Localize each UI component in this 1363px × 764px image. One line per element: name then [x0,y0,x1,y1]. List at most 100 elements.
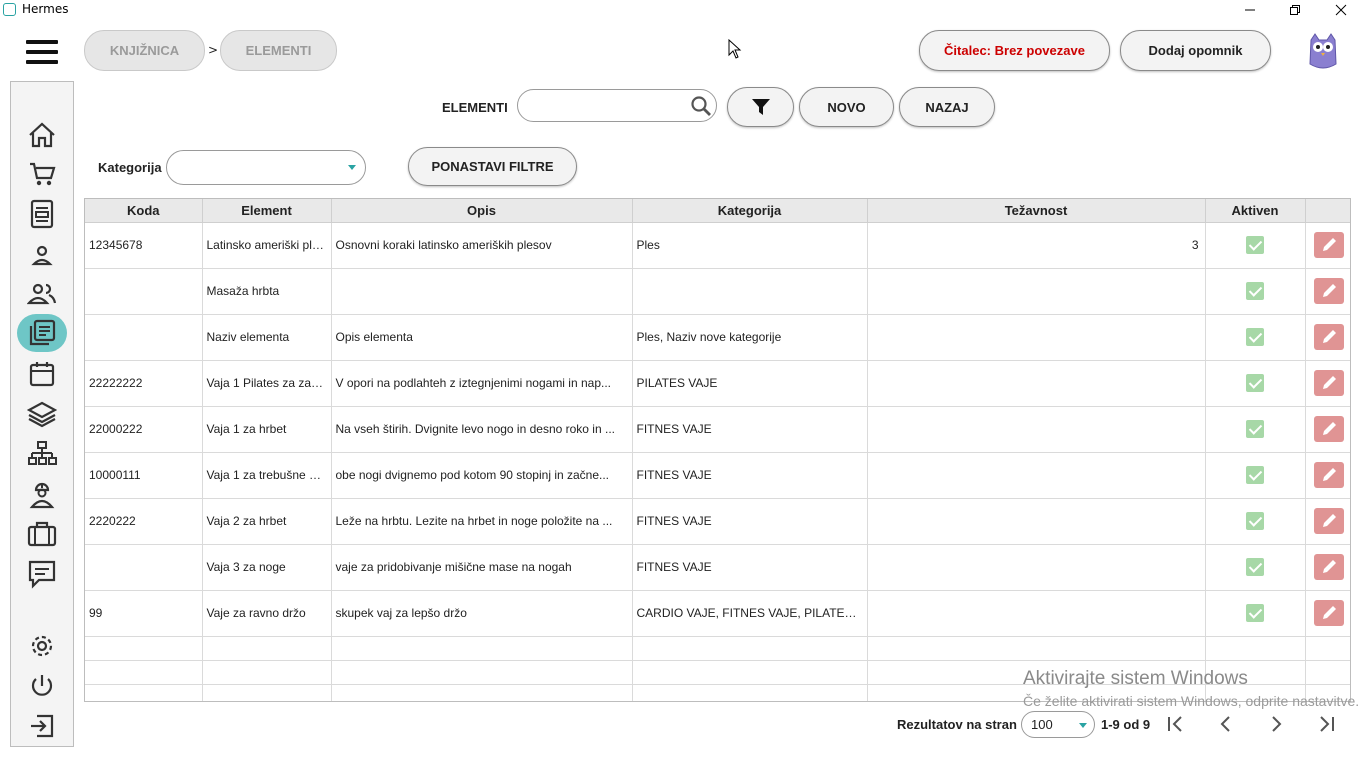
avatar[interactable] [1305,30,1341,72]
active-checkbox-icon [1246,512,1264,530]
page-range: 1-9 od 9 [1101,717,1151,732]
briefcase-icon[interactable] [25,517,59,551]
table-row[interactable]: 12345678 Latinsko ameriški plesi Osnovni k… [85,222,1350,269]
column-header-aktiven[interactable]: Aktiven [1205,199,1306,223]
empty-table-row [85,636,1350,661]
calendar-icon[interactable] [25,357,59,391]
breadcrumb-elements[interactable]: ELEMENTI [220,30,337,71]
cell-kategorija [632,268,868,315]
table-row[interactable]: 2220222 Vaja 2 za hrbet Leže na hrbtu. Lez… [85,498,1350,545]
hamburger-menu-icon[interactable] [26,40,58,66]
cell-koda: 22000222 [85,406,203,453]
chat-icon[interactable] [25,557,59,591]
pencil-icon [1322,560,1336,573]
page-size-value: 100 [1031,717,1053,732]
new-button[interactable]: NOVO [799,87,894,127]
chevron-left-icon [1220,716,1230,732]
next-page-button[interactable] [1265,713,1287,735]
edit-button[interactable] [1313,232,1344,258]
edit-button[interactable] [1313,278,1344,304]
person-icon[interactable] [25,238,59,272]
empty-cell [85,660,203,685]
reset-filters-button[interactable]: PONASTAVI FILTRE [408,147,577,186]
column-header-element[interactable]: Element [202,199,332,223]
cell-kategorija: CARDIO VAJE, FITNES VAJE, PILATES VAJE [632,590,868,637]
last-page-button[interactable] [1315,713,1337,735]
column-header-koda[interactable]: Koda [85,199,203,223]
minimize-button[interactable] [1235,0,1265,20]
table-row[interactable]: Naziv elementa Opis elementa Ples, Naziv n… [85,314,1350,361]
empty-cell [331,660,633,685]
edit-button[interactable] [1313,508,1344,534]
cell-aktiven [1205,590,1306,637]
home-icon[interactable] [25,118,59,152]
edit-button[interactable] [1313,416,1344,442]
search-input[interactable] [517,89,717,122]
cell-aktiven [1205,360,1306,407]
back-button[interactable]: NAZAJ [899,87,995,127]
cell-aktiven [1205,268,1306,315]
table-row[interactable]: Masaža hrbta [85,268,1350,315]
active-checkbox-icon [1246,374,1264,392]
document-icon[interactable] [25,197,59,231]
edit-button[interactable] [1313,370,1344,396]
pencil-icon [1322,606,1336,619]
active-checkbox-icon [1246,420,1264,438]
breadcrumb-library[interactable]: KNJIŽNICA [84,30,205,71]
empty-cell [1305,636,1350,661]
worker-icon[interactable] [25,477,59,511]
table-row[interactable]: 10000111 Vaja 1 za trebušne mišice obe nog… [85,452,1350,499]
cell-tezavnost [867,360,1206,407]
search-icon[interactable] [690,95,712,117]
empty-cell [632,660,868,685]
cell-element: Vaja 2 za hrbet [202,498,332,545]
table-row[interactable]: 22222222Vaja 1 Pilates za začetnikeV opo… [85,360,1350,407]
power-icon[interactable] [25,669,59,703]
cart-icon[interactable] [25,157,59,191]
category-select[interactable] [166,150,366,185]
filter-button[interactable] [727,87,794,127]
first-page-button[interactable] [1165,713,1187,735]
last-page-icon [1320,716,1334,732]
logout-icon[interactable] [25,709,59,743]
title-bar: Hermes [0,0,1363,20]
close-button[interactable] [1326,0,1356,20]
edit-button[interactable] [1313,600,1344,626]
cell-koda: 10000111 [85,452,203,499]
cell-actions [1305,222,1350,269]
reader-status-button[interactable]: Čitalec: Brez povezave [919,30,1110,71]
cell-kategorija: FITNES VAJE [632,406,868,453]
column-header-opis[interactable]: Opis [331,199,633,223]
table-row[interactable]: 99 Vaje za ravno držo skupek vaj za lepšo … [85,590,1350,637]
restore-button[interactable] [1280,0,1310,20]
empty-cell [1305,660,1350,685]
library-icon[interactable] [17,314,67,352]
network-icon[interactable] [25,437,59,471]
owl-avatar-icon [1309,33,1337,69]
page-size-select[interactable]: 100 [1021,711,1095,738]
cell-actions [1305,406,1350,453]
cell-tezavnost [867,406,1206,453]
edit-button[interactable] [1313,554,1344,580]
empty-cell [85,636,203,661]
edit-button[interactable] [1313,462,1344,488]
layers-icon[interactable] [25,397,59,431]
group-icon[interactable] [25,277,59,311]
cell-kategorija: FITNES VAJE [632,498,868,545]
active-checkbox-icon [1246,236,1264,254]
column-header-tezavnost[interactable]: Težavnost [867,199,1206,223]
table-row[interactable]: Vaja 3 za noge vaje za pridobivanje mišič… [85,544,1350,591]
pencil-icon [1322,376,1336,389]
cell-element: Masaža hrbta [202,268,332,315]
active-checkbox-icon [1246,282,1264,300]
table-header-row: Koda Element Opis Kategorija Težavnost A… [85,199,1350,223]
close-icon [1335,4,1347,16]
empty-cell [331,684,633,701]
edit-button[interactable] [1313,324,1344,350]
previous-page-button[interactable] [1215,713,1237,735]
gear-icon[interactable] [25,629,59,663]
restore-icon [1290,5,1300,15]
column-header-kategorija[interactable]: Kategorija [632,199,868,223]
table-row[interactable]: 22000222 Vaja 1 za hrbet Na vseh štirih. D… [85,406,1350,453]
add-reminder-button[interactable]: Dodaj opomnik [1120,30,1271,71]
